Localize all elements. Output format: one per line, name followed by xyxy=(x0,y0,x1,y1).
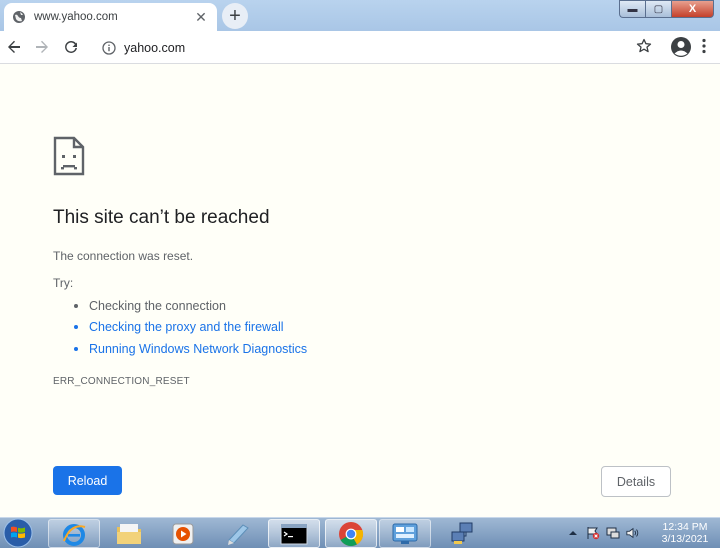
notepad-icon xyxy=(228,523,249,545)
forward-button[interactable] xyxy=(29,34,55,60)
bookmark-star-icon[interactable] xyxy=(636,38,654,56)
error-title: This site can’t be reached xyxy=(53,207,270,228)
tab-title: www.yahoo.com xyxy=(34,11,118,23)
network-computers-icon xyxy=(451,522,473,544)
suggestion-text: Checking the connection xyxy=(89,298,226,313)
browser-titlebar: www.yahoo.com ✕ + ▬ ▢ X xyxy=(0,0,720,31)
windows-logo-icon xyxy=(3,518,33,548)
sad-page-icon xyxy=(53,136,85,176)
reload-button[interactable]: Reload xyxy=(53,466,122,495)
taskbar-notepad[interactable] xyxy=(212,519,264,548)
media-player-icon xyxy=(172,523,194,544)
info-icon[interactable] xyxy=(102,40,116,55)
clock-date: 3/13/2021 xyxy=(661,533,709,545)
suggestion-network-diagnostics-link[interactable]: Running Windows Network Diagnostics xyxy=(74,338,307,360)
back-button[interactable] xyxy=(1,34,27,60)
browser-toolbar: yahoo.com xyxy=(0,31,720,64)
chrome-icon xyxy=(339,521,364,546)
profile-avatar-icon[interactable] xyxy=(670,36,692,58)
arrow-right-icon xyxy=(36,40,48,53)
taskbar-network[interactable] xyxy=(436,519,488,548)
error-code: ERR_CONNECTION_RESET xyxy=(53,376,190,387)
error-page: This site can’t be reached The connectio… xyxy=(0,65,720,517)
suggestion-check-connection: Checking the connection xyxy=(74,295,307,317)
start-button[interactable] xyxy=(0,517,36,548)
address-url[interactable]: yahoo.com xyxy=(124,41,185,55)
taskbar-chrome[interactable] xyxy=(325,519,377,548)
clock-time: 12:34 PM xyxy=(662,521,708,533)
folder-icon xyxy=(117,523,141,544)
globe-icon xyxy=(12,10,26,24)
suggestion-text[interactable]: Checking the proxy and the firewall xyxy=(89,320,284,334)
control-panel-icon xyxy=(392,523,418,544)
internet-explorer-icon xyxy=(63,523,86,546)
tab-close-icon[interactable]: ✕ xyxy=(193,9,209,25)
taskbar-internet-explorer[interactable] xyxy=(48,519,100,548)
minimize-button[interactable]: ▬ xyxy=(619,0,645,18)
bullet-icon xyxy=(74,325,78,330)
action-center-flag-icon[interactable] xyxy=(586,526,600,540)
command-prompt-icon xyxy=(280,523,308,544)
windows-taskbar: 12:34 PM 3/13/2021 xyxy=(0,517,720,548)
maximize-button[interactable]: ▢ xyxy=(645,0,671,18)
refresh-icon xyxy=(65,40,77,53)
suggestion-check-proxy-link[interactable]: Checking the proxy and the firewall xyxy=(74,317,307,339)
taskbar-file-explorer[interactable] xyxy=(103,519,155,548)
try-label: Try: xyxy=(53,276,74,290)
arrow-left-icon xyxy=(8,40,20,53)
refresh-button[interactable] xyxy=(58,34,84,60)
more-options-icon[interactable] xyxy=(702,38,716,56)
address-bar[interactable]: yahoo.com xyxy=(96,35,662,60)
bullet-icon xyxy=(74,346,78,351)
window-controls: ▬ ▢ X xyxy=(619,0,714,18)
error-description: The connection was reset. xyxy=(53,249,194,263)
bullet-icon xyxy=(74,303,78,308)
network-status-icon[interactable] xyxy=(606,526,620,540)
browser-tab[interactable]: www.yahoo.com ✕ xyxy=(4,3,217,31)
taskbar-clock[interactable]: 12:34 PM 3/13/2021 xyxy=(654,521,716,545)
taskbar-media-player[interactable] xyxy=(157,519,209,548)
volume-speaker-icon[interactable] xyxy=(626,526,640,540)
details-button[interactable]: Details xyxy=(601,466,671,497)
taskbar-command-prompt[interactable] xyxy=(268,519,320,548)
new-tab-button[interactable]: + xyxy=(222,3,248,29)
suggestion-text[interactable]: Running Windows Network Diagnostics xyxy=(89,342,307,356)
close-window-button[interactable]: X xyxy=(671,0,714,18)
suggestion-list: Checking the connection Checking the pro… xyxy=(74,295,307,360)
taskbar-control-panel[interactable] xyxy=(379,519,431,548)
show-hidden-icons-icon[interactable] xyxy=(566,526,580,540)
